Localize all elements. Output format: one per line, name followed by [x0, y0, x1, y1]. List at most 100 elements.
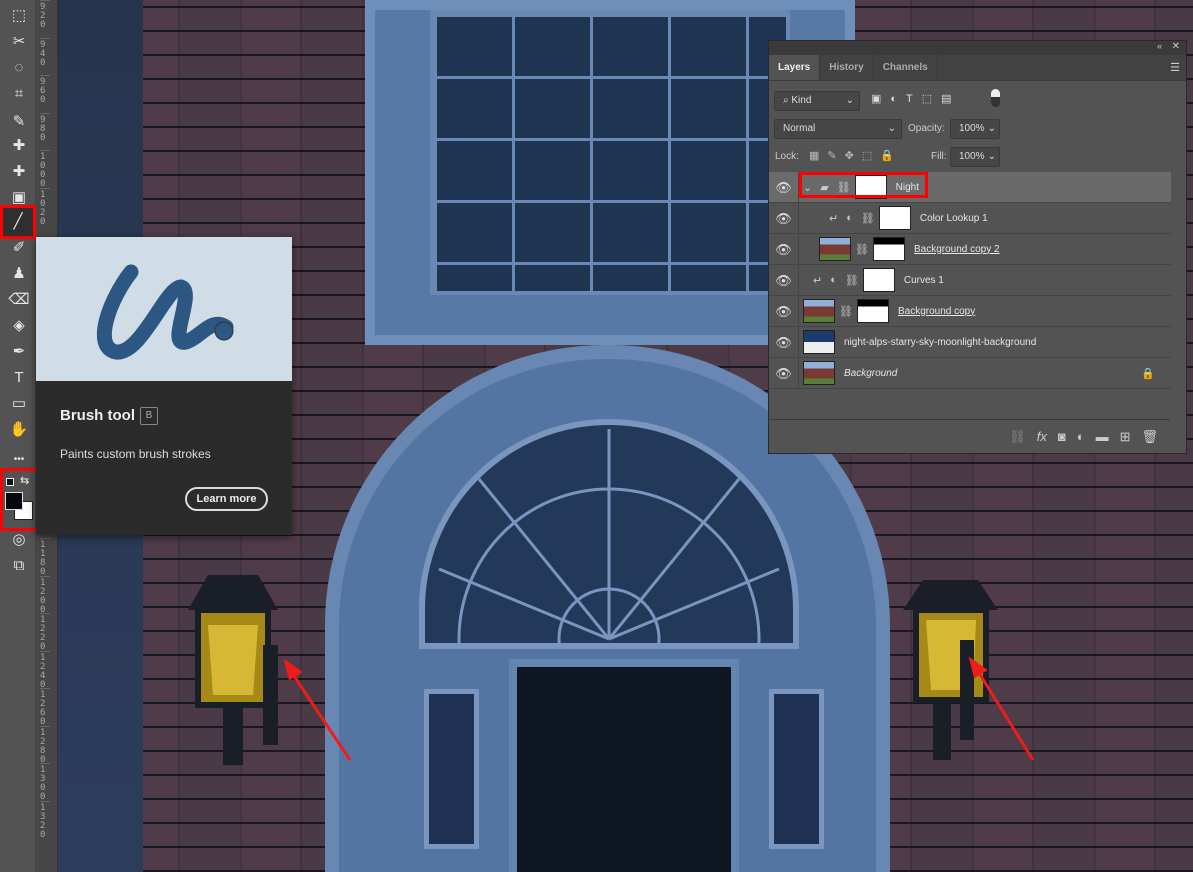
learn-more-button[interactable]: Learn more [185, 487, 268, 511]
layer-thumbnail [803, 330, 835, 354]
clip-arrow-icon: ↵ [813, 274, 823, 287]
type-tool-icon[interactable]: T [6, 366, 32, 390]
layer-name: Background copy [897, 305, 976, 317]
layer-row[interactable]: 👁 ⛓ Background copy [769, 296, 1171, 327]
layer-mask-thumbnail [878, 206, 911, 230]
patch-tool-icon[interactable]: ▣ [6, 186, 32, 210]
chevron-down-icon: ⌄ [987, 123, 996, 134]
tab-layers[interactable]: Layers [769, 55, 821, 80]
brush-tool-tooltip: Brush tool B Paints custom brush strokes… [36, 237, 292, 535]
filter-type-icons[interactable]: ▣◐T⬚▤ [871, 92, 961, 105]
visibility-eye-icon[interactable]: 👁 [769, 327, 799, 357]
tab-channels[interactable]: Channels [874, 55, 938, 80]
shortcut-badge: B [140, 407, 158, 425]
visibility-eye-icon[interactable]: 👁 [769, 203, 799, 233]
blend-mode-select[interactable]: Normal ⌄ [774, 119, 902, 139]
ruler-label: 1280 [40, 725, 50, 765]
new-layer-icon[interactable]: ⊞ [1120, 429, 1131, 445]
link-icon: ⛓ [855, 243, 869, 256]
healing-brush-tool-icon[interactable]: ✚ [6, 160, 32, 184]
blend-mode-value: Normal [783, 123, 816, 134]
ruler-label: 1180 [40, 538, 50, 577]
eraser-tool-icon[interactable]: ⌫ [6, 288, 32, 312]
ruler-label: 1000 [40, 150, 50, 189]
opacity-input[interactable]: 100% ⌄ [950, 119, 1000, 139]
opacity-value: 100% [959, 123, 985, 134]
eyedropper-tool-icon[interactable]: ✎ [6, 110, 32, 134]
visibility-eye-icon[interactable]: 👁 [769, 234, 799, 264]
adjustment-icon: ◐ [846, 212, 853, 224]
tools-panel: ⬚ ✂ ◌ ⌗ ✎ ✚ ✚ ▣ ╱ ✐ ♟ ⌫ ◈ ✒ T ▭ ✋ ••• ⇆ ◎ ⧉ [0, 0, 40, 872]
layer-name: Curves 1 [903, 274, 944, 286]
lasso-tool-icon[interactable]: ✂ [6, 30, 32, 54]
layer-name: Color Lookup 1 [919, 212, 988, 224]
collapse-icon[interactable]: « [1157, 41, 1162, 51]
ruler-label: 1260 [40, 688, 50, 727]
layer-thumbnail [819, 237, 851, 261]
adjustment-layer-icon[interactable]: ◐ [1077, 429, 1085, 444]
lock-label: Lock: [775, 151, 799, 162]
link-icon: ⛓ [844, 274, 859, 287]
opacity-label: Opacity: [908, 123, 945, 134]
mixer-brush-tool-icon[interactable]: ✐ [6, 236, 32, 260]
ruler-label: 1320 [40, 800, 50, 840]
layer-row[interactable]: 👁 night-alps-starry-sky-moonlight-backgro… [769, 327, 1171, 358]
visibility-eye-icon[interactable]: 👁 [769, 358, 799, 388]
layer-thumbnail [803, 299, 835, 323]
ruler-label: 1220 [40, 613, 50, 652]
rectangle-tool-icon[interactable]: ▭ [6, 392, 32, 416]
panel-menu-icon[interactable]: ☰ [1170, 55, 1186, 80]
ruler-label: 960 [40, 75, 50, 105]
close-icon[interactable]: ✕ [1172, 41, 1180, 52]
link-layers-icon[interactable]: ⛓ [1009, 429, 1026, 445]
chevron-down-icon: ⌄ [845, 95, 854, 106]
layer-row[interactable]: 👁 ↵ ◐ ⛓ Color Lookup 1 [769, 203, 1171, 234]
brush-stroke-illustration [36, 237, 292, 381]
rectangular-marquee-tool-icon[interactable]: ⬚ [6, 4, 32, 28]
ruler-label: 940 [40, 37, 50, 68]
filter-toggle[interactable] [991, 89, 1000, 107]
layer-row[interactable]: 👁 ↵ ◐ ⛓ Curves 1 [769, 265, 1171, 296]
layer-mask-thumbnail [872, 237, 905, 261]
hand-tool-icon[interactable]: ✋ [6, 418, 32, 442]
delete-layer-icon[interactable]: 🗑 [1141, 429, 1158, 445]
fill-label: Fill: [931, 151, 947, 162]
lock-icons[interactable]: ▦✎✥⬚🔒 [809, 149, 902, 162]
spot-healing-tool-icon[interactable]: ✚ [6, 134, 32, 158]
filter-kind-select[interactable]: ⌕ Kind ⌄ [774, 91, 860, 111]
visibility-eye-icon[interactable]: 👁 [769, 265, 799, 295]
night-group-highlight [799, 172, 928, 198]
ruler-label: 980 [40, 112, 50, 143]
tab-history[interactable]: History [820, 55, 874, 80]
lock-icon: 🔒 [1141, 367, 1155, 380]
layer-row[interactable]: 👁 ⛓ Background copy 2 [769, 234, 1171, 265]
quick-mask-icon[interactable]: ◎ [6, 528, 32, 552]
layers-panel: «✕ Layers History Channels ☰ ⌕ Kind ⌄ ▣◐T… [768, 40, 1187, 454]
filter-kind-value: Kind [791, 95, 812, 106]
visibility-eye-icon[interactable]: 👁 [769, 296, 799, 326]
pen-tool-icon[interactable]: ✒ [6, 340, 32, 364]
layer-thumbnail [803, 361, 835, 385]
fill-input[interactable]: 100% ⌄ [950, 147, 1000, 167]
crop-tool-icon[interactable]: ⌗ [6, 82, 32, 106]
tooltip-description: Paints custom brush strokes [60, 447, 211, 461]
paint-bucket-tool-icon[interactable]: ◈ [6, 314, 32, 338]
chevron-down-icon: ⌄ [987, 151, 996, 162]
ruler-label: 920 [40, 0, 50, 30]
ruler-label: 1300 [40, 763, 50, 802]
layer-row[interactable]: 👁 Background 🔒 [769, 358, 1171, 389]
layer-mask-thumbnail [862, 268, 895, 292]
quick-selection-tool-icon[interactable]: ◌ [6, 56, 32, 80]
add-mask-icon[interactable]: ◙ [1058, 429, 1066, 444]
clone-stamp-tool-icon[interactable]: ♟ [6, 262, 32, 286]
ruler-label: 1200 [40, 575, 50, 615]
visibility-eye-icon[interactable]: 👁 [769, 172, 799, 202]
fx-icon[interactable]: fx [1037, 429, 1047, 444]
layer-name: night-alps-starry-sky-moonlight-backgrou… [844, 336, 1037, 348]
ruler-label: 1240 [40, 650, 50, 690]
layer-name: Background [844, 367, 898, 379]
new-group-icon[interactable]: ▬ [1096, 429, 1109, 444]
tooltip-title: Brush tool [60, 407, 135, 424]
screen-mode-icon[interactable]: ⧉ [6, 554, 32, 578]
brush-tool-icon[interactable]: ╱ [0, 205, 36, 239]
